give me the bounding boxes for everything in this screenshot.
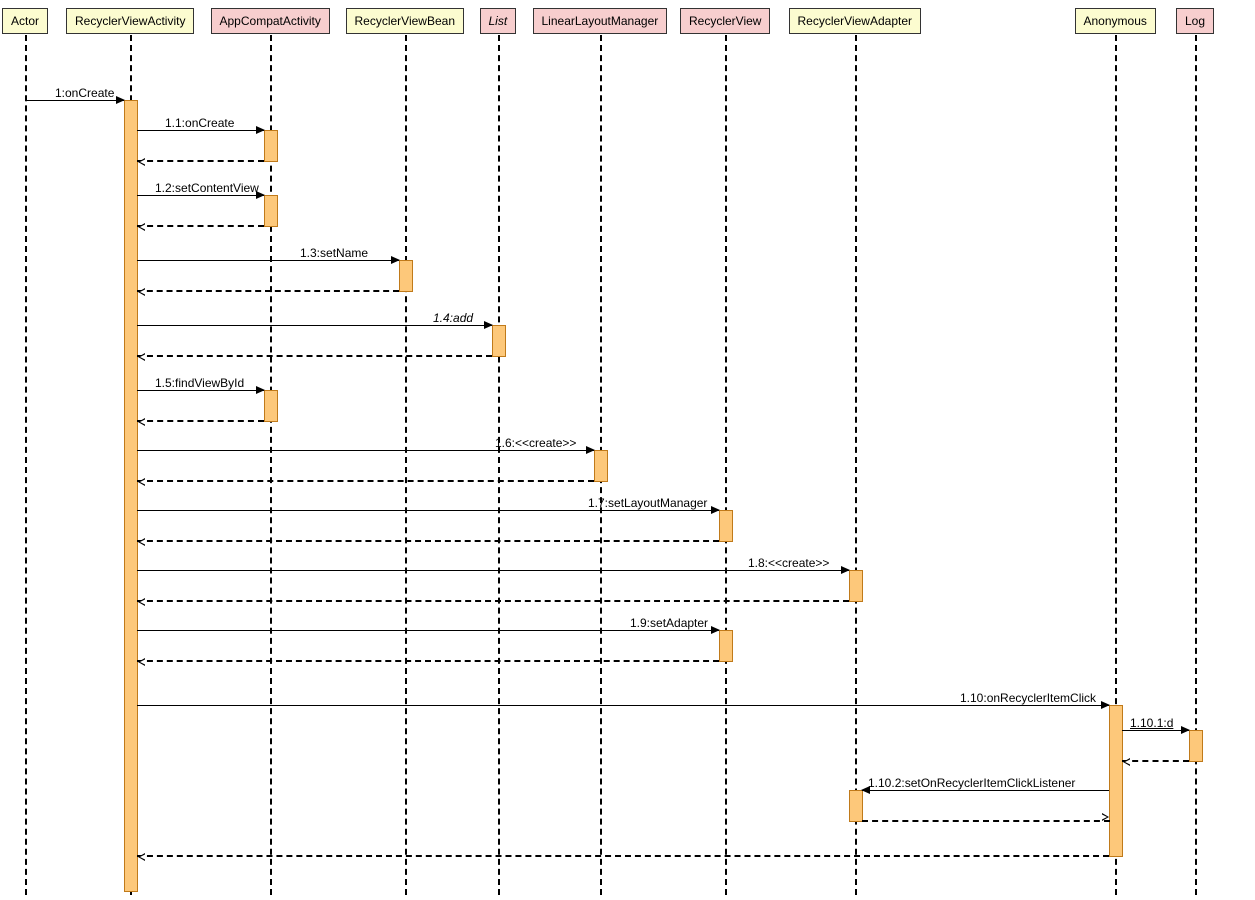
return-arrow (137, 355, 492, 357)
participant-rvbean: RecyclerViewBean (346, 8, 465, 34)
msg-arrow (137, 130, 264, 131)
participant-rvactivity: RecyclerViewActivity (66, 8, 194, 34)
sequence-diagram: Actor RecyclerViewActivity AppCompatActivi… (0, 0, 1255, 900)
activation-rvadapter-2 (849, 790, 863, 822)
msg-arrow (137, 260, 399, 261)
msg-arrow (137, 195, 264, 196)
msg-label: 1.3:setName (300, 246, 368, 260)
participant-actor: Actor (2, 8, 48, 34)
msg-arrow (137, 325, 492, 326)
msg-label: 1.5:findViewById (155, 376, 244, 390)
lifeline-rvadapter (855, 35, 857, 895)
return-arrow (137, 600, 849, 602)
participant-llm: LinearLayoutManager (533, 8, 668, 34)
msg-arrow (137, 450, 594, 451)
return-arrow (137, 660, 719, 662)
msg-arrow (862, 790, 1109, 791)
msg-arrow (137, 630, 719, 631)
participant-anon: Anonymous (1075, 8, 1156, 34)
activation-rvbean (399, 260, 413, 292)
return-arrow (137, 290, 399, 292)
activation-log (1189, 730, 1203, 762)
participant-list: List (480, 8, 517, 34)
return-arrow (137, 480, 594, 482)
msg-arrow (25, 100, 124, 101)
activation-appcompat-1 (264, 130, 278, 162)
participant-log: Log (1176, 8, 1214, 34)
lifeline-rvbean (405, 35, 407, 895)
msg-label: 1.4:add (433, 311, 473, 325)
lifeline-actor (25, 35, 27, 895)
msg-label: 1.10:onRecyclerItemClick (960, 691, 1096, 705)
activation-rview-2 (719, 630, 733, 662)
lifeline-list (498, 35, 500, 895)
activation-llm (594, 450, 608, 482)
msg-label: 1.2:setContentView (155, 181, 259, 195)
activation-rview-1 (719, 510, 733, 542)
return-arrow (137, 420, 264, 422)
msg-label: 1.8:<<create>> (748, 556, 829, 570)
return-arrow (137, 540, 719, 542)
msg-arrow (137, 570, 849, 571)
activation-anon (1109, 705, 1123, 857)
msg-label: 1.6:<<create>> (495, 436, 576, 450)
activation-list (492, 325, 506, 357)
return-arrow (1122, 760, 1189, 762)
lifeline-rview (725, 35, 727, 895)
participant-rvadapter: RecyclerViewAdapter (789, 8, 922, 34)
return-arrow (137, 855, 1109, 857)
lifeline-appcompat (270, 35, 272, 895)
msg-arrow (137, 705, 1109, 706)
lifeline-log (1195, 35, 1197, 895)
msg-arrow (137, 510, 719, 511)
activation-rvactivity (124, 100, 138, 892)
msg-arrow (1122, 730, 1189, 731)
participant-rview: RecyclerView (680, 8, 770, 34)
msg-label: 1.7:setLayoutManager (588, 496, 707, 510)
msg-label: 1.10.1:d (1130, 716, 1173, 730)
return-arrow (137, 225, 264, 227)
msg-label: 1.1:onCreate (165, 116, 234, 130)
return-arrow (137, 160, 264, 162)
msg-arrow (137, 390, 264, 391)
msg-label: 1.10.2:setOnRecyclerItemClickListener (868, 776, 1075, 790)
activation-appcompat-3 (264, 390, 278, 422)
msg-label: 1.9:setAdapter (630, 616, 708, 630)
return-arrow (862, 820, 1110, 822)
activation-appcompat-2 (264, 195, 278, 227)
participant-appcompat: AppCompatActivity (211, 8, 330, 34)
msg-label: 1:onCreate (55, 86, 114, 100)
activation-rvadapter-1 (849, 570, 863, 602)
